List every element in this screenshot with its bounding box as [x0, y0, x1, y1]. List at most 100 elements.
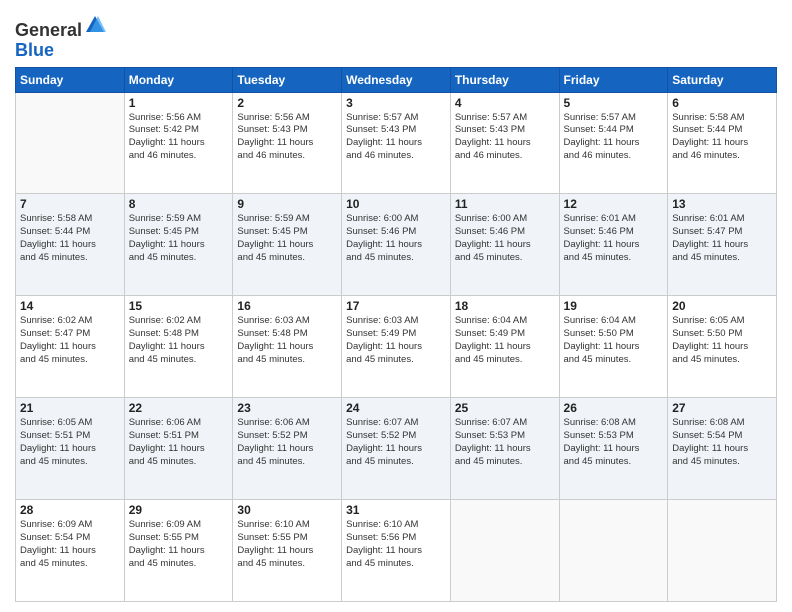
calendar-cell: 7Sunrise: 5:58 AMSunset: 5:44 PMDaylight…: [16, 194, 125, 296]
calendar-cell: 1 Sunrise: 5:56 AMSunset: 5:42 PMDaylight…: [124, 92, 233, 194]
day-info: Sunrise: 5:56 AMSunset: 5:42 PMDaylight:…: [129, 112, 229, 163]
day-number: 1: [129, 96, 229, 110]
page-header: General Blue: [15, 10, 777, 61]
day-number: 19: [564, 299, 664, 313]
day-number: 7: [20, 197, 120, 211]
day-info: Sunrise: 5:59 AMSunset: 5:45 PMDaylight:…: [237, 213, 337, 264]
calendar-cell: 16 Sunrise: 6:03 AMSunset: 5:48 PMDayligh…: [233, 296, 342, 398]
weekday-header-saturday: Saturday: [668, 67, 777, 92]
logo: General Blue: [15, 14, 106, 61]
calendar-cell: 23 Sunrise: 6:06 AMSunset: 5:52 PMDayligh…: [233, 398, 342, 500]
day-info: Sunrise: 6:04 AMSunset: 5:50 PMDaylight:…: [564, 315, 664, 366]
day-number: 16: [237, 299, 337, 313]
day-info: Sunrise: 6:03 AMSunset: 5:49 PMDaylight:…: [346, 315, 446, 366]
day-number: 6: [672, 96, 772, 110]
day-number: 3: [346, 96, 446, 110]
calendar-cell: 6 Sunrise: 5:58 AMSunset: 5:44 PMDaylight…: [668, 92, 777, 194]
weekday-header-row: SundayMondayTuesdayWednesdayThursdayFrid…: [16, 67, 777, 92]
calendar-cell: 29Sunrise: 6:09 AMSunset: 5:55 PMDayligh…: [124, 500, 233, 602]
day-info: Sunrise: 6:08 AMSunset: 5:54 PMDaylight:…: [672, 417, 772, 468]
calendar-cell: [450, 500, 559, 602]
day-info: Sunrise: 5:59 AMSunset: 5:45 PMDaylight:…: [129, 213, 229, 264]
day-number: 26: [564, 401, 664, 415]
calendar-cell: 19 Sunrise: 6:04 AMSunset: 5:50 PMDayligh…: [559, 296, 668, 398]
day-number: 20: [672, 299, 772, 313]
calendar-cell: 9 Sunrise: 5:59 AMSunset: 5:45 PMDaylight…: [233, 194, 342, 296]
day-info: Sunrise: 5:57 AMSunset: 5:44 PMDaylight:…: [564, 112, 664, 163]
calendar-cell: 20 Sunrise: 6:05 AMSunset: 5:50 PMDayligh…: [668, 296, 777, 398]
calendar-page: General Blue SundayMondayTuesdayWednesda…: [0, 0, 792, 612]
weekday-header-thursday: Thursday: [450, 67, 559, 92]
day-info: Sunrise: 5:57 AMSunset: 5:43 PMDaylight:…: [346, 112, 446, 163]
day-number: 23: [237, 401, 337, 415]
day-info: Sunrise: 6:09 AMSunset: 5:54 PMDaylight:…: [20, 519, 120, 570]
day-number: 14: [20, 299, 120, 313]
logo-blue-text: Blue: [15, 40, 54, 60]
weekday-header-wednesday: Wednesday: [342, 67, 451, 92]
day-info: Sunrise: 6:10 AMSunset: 5:56 PMDaylight:…: [346, 519, 446, 570]
day-info: Sunrise: 6:04 AMSunset: 5:49 PMDaylight:…: [455, 315, 555, 366]
logo-icon: [84, 14, 106, 36]
day-number: 28: [20, 503, 120, 517]
calendar-week-row: 21 Sunrise: 6:05 AMSunset: 5:51 PMDayligh…: [16, 398, 777, 500]
day-info: Sunrise: 6:00 AMSunset: 5:46 PMDaylight:…: [346, 213, 446, 264]
day-info: Sunrise: 6:10 AMSunset: 5:55 PMDaylight:…: [237, 519, 337, 570]
calendar-cell: [16, 92, 125, 194]
day-info: Sunrise: 6:02 AMSunset: 5:47 PMDaylight:…: [20, 315, 120, 366]
calendar-cell: 10 Sunrise: 6:00 AMSunset: 5:46 PMDayligh…: [342, 194, 451, 296]
calendar-cell: 25 Sunrise: 6:07 AMSunset: 5:53 PMDayligh…: [450, 398, 559, 500]
calendar-cell: 13 Sunrise: 6:01 AMSunset: 5:47 PMDayligh…: [668, 194, 777, 296]
calendar-week-row: 28 Sunrise: 6:09 AMSunset: 5:54 PMDayligh…: [16, 500, 777, 602]
day-info: Sunrise: 6:01 AMSunset: 5:47 PMDaylight:…: [672, 213, 772, 264]
calendar-cell: 27 Sunrise: 6:08 AMSunset: 5:54 PMDayligh…: [668, 398, 777, 500]
calendar-cell: 18 Sunrise: 6:04 AMSunset: 5:49 PMDayligh…: [450, 296, 559, 398]
calendar-cell: [559, 500, 668, 602]
calendar-cell: 24Sunrise: 6:07 AMSunset: 5:52 PMDayligh…: [342, 398, 451, 500]
calendar-cell: 14 Sunrise: 6:02 AMSunset: 5:47 PMDayligh…: [16, 296, 125, 398]
day-info: Sunrise: 5:56 AMSunset: 5:43 PMDaylight:…: [237, 112, 337, 163]
day-number: 5: [564, 96, 664, 110]
day-info: Sunrise: 6:08 AMSunset: 5:53 PMDaylight:…: [564, 417, 664, 468]
day-info: Sunrise: 5:57 AMSunset: 5:43 PMDaylight:…: [455, 112, 555, 163]
day-number: 15: [129, 299, 229, 313]
calendar-cell: [668, 500, 777, 602]
calendar-table: SundayMondayTuesdayWednesdayThursdayFrid…: [15, 67, 777, 602]
day-number: 24: [346, 401, 446, 415]
day-number: 18: [455, 299, 555, 313]
calendar-cell: 31 Sunrise: 6:10 AMSunset: 5:56 PMDayligh…: [342, 500, 451, 602]
day-info: Sunrise: 6:05 AMSunset: 5:51 PMDaylight:…: [20, 417, 120, 468]
day-info: Sunrise: 6:00 AMSunset: 5:46 PMDaylight:…: [455, 213, 555, 264]
calendar-cell: 8Sunrise: 5:59 AMSunset: 5:45 PMDaylight…: [124, 194, 233, 296]
day-number: 27: [672, 401, 772, 415]
day-number: 21: [20, 401, 120, 415]
calendar-cell: 2 Sunrise: 5:56 AMSunset: 5:43 PMDaylight…: [233, 92, 342, 194]
day-number: 22: [129, 401, 229, 415]
day-info: Sunrise: 6:07 AMSunset: 5:53 PMDaylight:…: [455, 417, 555, 468]
day-number: 9: [237, 197, 337, 211]
day-number: 29: [129, 503, 229, 517]
day-info: Sunrise: 6:01 AMSunset: 5:46 PMDaylight:…: [564, 213, 664, 264]
day-number: 13: [672, 197, 772, 211]
day-number: 10: [346, 197, 446, 211]
calendar-cell: 30 Sunrise: 6:10 AMSunset: 5:55 PMDayligh…: [233, 500, 342, 602]
day-info: Sunrise: 6:05 AMSunset: 5:50 PMDaylight:…: [672, 315, 772, 366]
calendar-cell: 21 Sunrise: 6:05 AMSunset: 5:51 PMDayligh…: [16, 398, 125, 500]
calendar-week-row: 7Sunrise: 5:58 AMSunset: 5:44 PMDaylight…: [16, 194, 777, 296]
day-number: 11: [455, 197, 555, 211]
day-number: 30: [237, 503, 337, 517]
calendar-cell: 11 Sunrise: 6:00 AMSunset: 5:46 PMDayligh…: [450, 194, 559, 296]
day-info: Sunrise: 5:58 AMSunset: 5:44 PMDaylight:…: [672, 112, 772, 163]
calendar-cell: 4 Sunrise: 5:57 AMSunset: 5:43 PMDaylight…: [450, 92, 559, 194]
calendar-cell: 12Sunrise: 6:01 AMSunset: 5:46 PMDayligh…: [559, 194, 668, 296]
weekday-header-tuesday: Tuesday: [233, 67, 342, 92]
day-info: Sunrise: 6:02 AMSunset: 5:48 PMDaylight:…: [129, 315, 229, 366]
day-number: 31: [346, 503, 446, 517]
day-info: Sunrise: 6:06 AMSunset: 5:52 PMDaylight:…: [237, 417, 337, 468]
day-number: 2: [237, 96, 337, 110]
day-number: 25: [455, 401, 555, 415]
day-info: Sunrise: 6:06 AMSunset: 5:51 PMDaylight:…: [129, 417, 229, 468]
calendar-week-row: 1 Sunrise: 5:56 AMSunset: 5:42 PMDaylight…: [16, 92, 777, 194]
day-number: 4: [455, 96, 555, 110]
calendar-cell: 22 Sunrise: 6:06 AMSunset: 5:51 PMDayligh…: [124, 398, 233, 500]
day-info: Sunrise: 6:03 AMSunset: 5:48 PMDaylight:…: [237, 315, 337, 366]
